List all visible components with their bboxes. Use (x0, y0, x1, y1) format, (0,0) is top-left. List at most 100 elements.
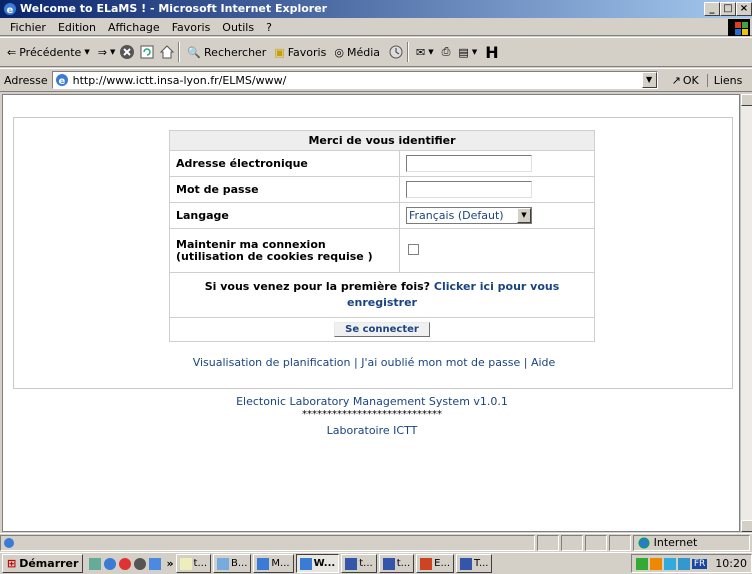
media-icon: ◎ (334, 45, 344, 59)
menu-view[interactable]: Affichage (102, 19, 166, 36)
system-info: Electonic Laboratory Management System v… (3, 395, 739, 437)
zone-cell: Internet (632, 534, 751, 551)
status-bar: Internet (0, 533, 752, 551)
menu-edit[interactable]: Edition (52, 19, 102, 36)
address-input[interactable]: e http://www.ictt.insa-lyon.fr/ELMS/www/… (51, 71, 658, 89)
scroll-down-button[interactable] (741, 520, 752, 532)
task-button[interactable]: E... (416, 554, 455, 573)
address-dropdown-button[interactable]: ▼ (641, 72, 657, 88)
desktop-icon[interactable] (89, 557, 102, 570)
ie-icon[interactable] (104, 557, 117, 570)
task-button[interactable]: t... (175, 554, 212, 573)
help-link[interactable]: Aide (531, 356, 555, 369)
tray-icon[interactable] (677, 557, 690, 570)
task-button[interactable]: T... (456, 554, 493, 573)
menu-tools[interactable]: Outils (216, 19, 260, 36)
edit-button[interactable]: ▤ ▼ (454, 41, 481, 63)
remember-checkbox[interactable] (408, 243, 419, 255)
chevron-down-icon: ▼ (84, 48, 90, 56)
task-button[interactable]: t... (341, 554, 377, 573)
menu-file[interactable]: Fichier (4, 19, 52, 36)
vertical-scrollbar[interactable] (740, 94, 752, 532)
toolbar-separator (178, 42, 181, 62)
link-separator: | (523, 356, 528, 369)
page-icon: e (55, 74, 68, 87)
task-button[interactable]: t... (378, 554, 415, 573)
app-icon[interactable] (119, 557, 132, 570)
chevron-down-icon[interactable]: ▼ (517, 208, 531, 223)
page-content: Merci de vous identifier Adresse électro… (2, 94, 740, 532)
refresh-icon[interactable] (139, 44, 155, 60)
language-label: Langage (169, 202, 400, 229)
edit-icon: ▤ (458, 45, 469, 59)
go-label: OK (682, 73, 699, 87)
menu-help[interactable]: ? (260, 19, 278, 36)
title-bar: e Welcome to ELaMS ! - Microsoft Interne… (0, 0, 752, 18)
start-button[interactable]: ⊞ Démarrer (2, 554, 84, 573)
language-indicator[interactable]: FR (691, 558, 708, 569)
button-row: Se connecter (169, 317, 595, 342)
password-label: Mot de passe (169, 176, 400, 203)
home-icon[interactable] (159, 44, 175, 60)
forward-button[interactable]: ⇒ ▼ (94, 41, 120, 63)
remember-label: Maintenir ma connexion (utilisation de c… (169, 228, 400, 273)
address-label: Adresse (4, 73, 48, 87)
search-button[interactable]: 🔍 Rechercher (183, 41, 270, 63)
maximize-button[interactable]: □ (720, 2, 736, 16)
task-button[interactable]: M... (253, 554, 294, 573)
task-button-active[interactable]: W... (295, 554, 340, 573)
print-icon[interactable]: ⎙ (438, 45, 455, 59)
forgot-password-link[interactable]: J'ai oublié mon mot de passe (361, 356, 520, 369)
status-cell (560, 534, 583, 551)
more-chevron-icon[interactable]: » (166, 557, 173, 570)
stop-icon[interactable] (119, 44, 135, 60)
link-separator: | (354, 356, 358, 369)
history-icon[interactable] (388, 44, 404, 60)
system-name: Electonic Laboratory Management System v… (236, 395, 508, 408)
back-button[interactable]: ⇐ Précédente ▼ (3, 41, 94, 63)
email-field[interactable] (406, 155, 532, 172)
email-label: Adresse électronique (169, 150, 400, 177)
close-button[interactable]: × (736, 2, 752, 16)
minimize-button[interactable]: _ (704, 2, 720, 16)
globe-icon (638, 537, 650, 548)
connect-button[interactable]: Se connecter (334, 322, 430, 337)
page-status-icon (4, 537, 14, 548)
status-cell (537, 534, 559, 551)
clock: 10:20 (715, 557, 747, 570)
h-icon[interactable]: H (481, 43, 502, 62)
status-cell (584, 534, 607, 551)
lab-name: Laboratoire ICTT (326, 424, 418, 437)
task-button[interactable]: B... (213, 554, 252, 573)
login-form: Merci de vous identifier Adresse électro… (169, 130, 595, 342)
start-label: Démarrer (19, 557, 79, 570)
language-select[interactable]: Français (Defaut) ▼ (406, 207, 532, 224)
go-button[interactable]: ↗ OK (666, 74, 705, 87)
links-button[interactable]: Liens (706, 73, 742, 87)
status-cell (608, 534, 631, 551)
scroll-up-button[interactable] (741, 94, 752, 106)
planning-link[interactable]: Visualisation de planification (193, 356, 351, 369)
mail-button[interactable]: ✉ ▼ (412, 41, 438, 63)
system-tray: FR 10:20 (630, 554, 752, 573)
folder-icon[interactable] (149, 557, 162, 570)
password-field[interactable] (406, 181, 532, 198)
media-button[interactable]: ◎ Média (330, 41, 384, 63)
chevron-down-icon: ▼ (428, 48, 434, 56)
language-value: Français (Defaut) (409, 209, 504, 222)
menu-favorites[interactable]: Favoris (166, 19, 217, 36)
go-arrow-icon: ↗ (671, 73, 681, 87)
mail-icon: ✉ (416, 45, 426, 59)
tray-icon[interactable] (649, 557, 662, 570)
windows-logo-icon (728, 19, 750, 36)
media-player-icon[interactable] (134, 557, 147, 570)
address-bar: Adresse e http://www.ictt.insa-lyon.fr/E… (0, 68, 752, 92)
window-title: Welcome to ELaMS ! - Microsoft Internet … (20, 2, 328, 15)
favorites-label: Favoris (287, 45, 327, 59)
status-text-cell (0, 534, 536, 551)
stars-divider: **************************** (302, 409, 442, 420)
tray-icon[interactable] (635, 557, 648, 570)
search-icon: 🔍 (187, 45, 202, 59)
tray-icon[interactable] (663, 557, 676, 570)
favorites-button[interactable]: ▣ Favoris (270, 41, 330, 63)
